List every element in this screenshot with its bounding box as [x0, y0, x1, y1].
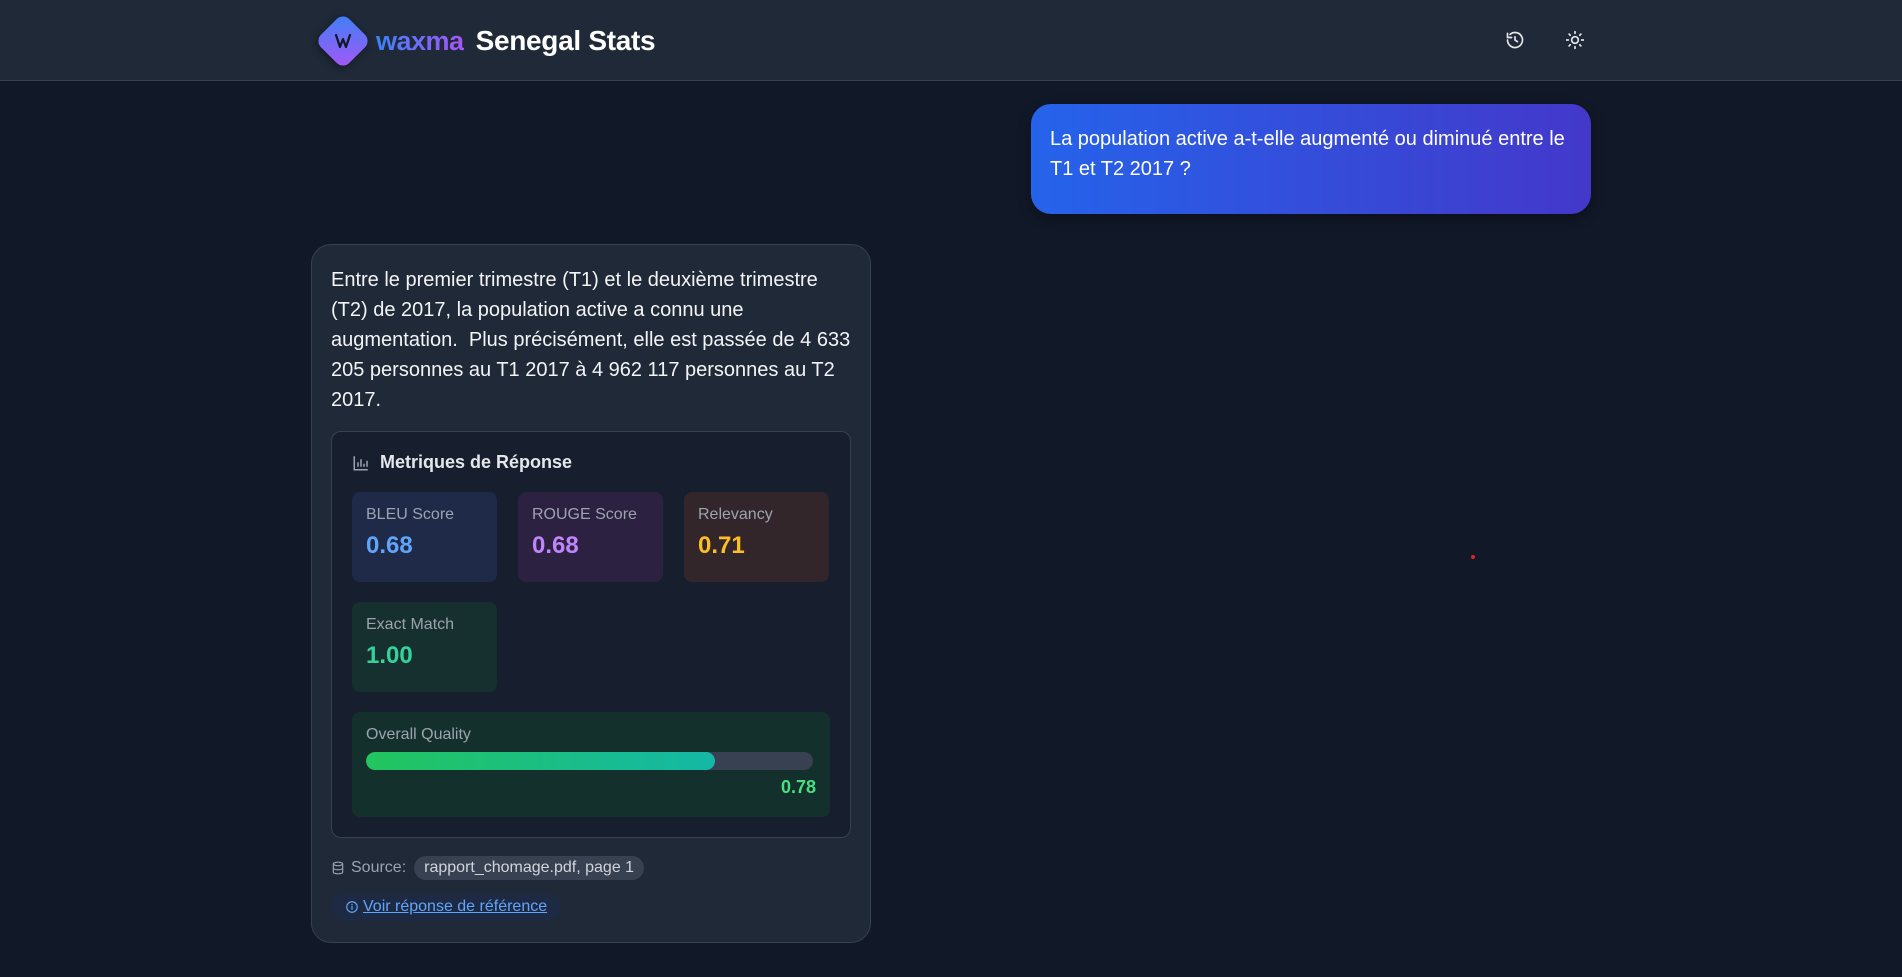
bot-message-text: Entre le premier trimestre (T1) et le de…	[331, 269, 856, 411]
theme-toggle-button[interactable]	[1559, 24, 1591, 56]
reference-answer-link-label: Voir réponse de référence	[363, 898, 548, 915]
metric-card-relevancy: Relevancy 0.71	[684, 492, 829, 582]
metric-value: 0.68	[366, 532, 413, 559]
info-icon	[346, 901, 358, 913]
metrics-panel: Metriques de Réponse BLEU Score 0.68 ROU…	[331, 431, 851, 838]
metric-label: ROUGE Score	[532, 506, 637, 523]
database-icon	[332, 861, 344, 875]
overall-quality-value: 0.78	[780, 777, 816, 797]
metrics-title: Metriques de Réponse	[352, 452, 830, 473]
source-row: Source: rapport_chomage.pdf, page 1	[331, 856, 851, 880]
logo-w-icon	[334, 33, 352, 49]
source-chip: rapport_chomage.pdf, page 1	[414, 856, 645, 880]
metric-value: 0.68	[532, 532, 579, 559]
user-message-text: La population active a-t-elle augmenté o…	[1050, 128, 1565, 180]
quality-progress-fill	[366, 752, 715, 770]
sun-icon	[1565, 30, 1585, 50]
bot-message: Entre le premier trimestre (T1) et le de…	[311, 244, 871, 943]
metrics-title-text: Metriques de Réponse	[380, 452, 573, 472]
user-message: La population active a-t-elle augmenté o…	[1031, 104, 1591, 214]
overall-quality-label: Overall Quality	[366, 726, 471, 743]
history-icon	[1506, 31, 1524, 49]
history-button[interactable]	[1499, 24, 1531, 56]
cursor-dot	[1471, 555, 1475, 559]
metric-label: BLEU Score	[366, 506, 455, 523]
metric-label: Exact Match	[366, 616, 455, 633]
source-label: Source:	[351, 859, 407, 876]
metric-card-bleu: BLEU Score 0.68	[352, 492, 497, 582]
metric-value: 0.71	[698, 532, 745, 559]
logo	[314, 12, 372, 70]
metric-value: 1.00	[366, 642, 413, 669]
quality-progress-bar	[366, 752, 813, 770]
metric-card-exact-match: Exact Match 1.00	[352, 602, 497, 692]
metric-label: Relevancy	[698, 506, 773, 523]
reference-answer-link[interactable]: Voir réponse de référence	[331, 893, 562, 921]
app-header: waxma Senegal Stats	[0, 0, 1902, 81]
overall-quality: Overall Quality 0.78	[352, 712, 830, 817]
metric-card-rouge: ROUGE Score 0.68	[518, 492, 663, 582]
brand-name: waxma	[376, 25, 464, 56]
bar-chart-icon	[353, 455, 368, 470]
brand[interactable]: waxma Senegal Stats	[314, 12, 656, 70]
app-title: Senegal Stats	[475, 25, 656, 56]
